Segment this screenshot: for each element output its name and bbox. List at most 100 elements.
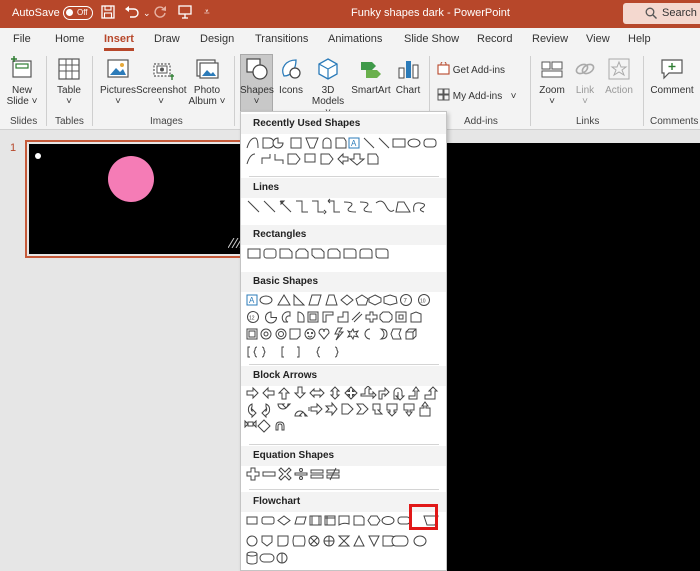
group-separator	[46, 56, 47, 126]
my-addins-button[interactable]: My Add-ins ˅	[437, 88, 516, 102]
shapes-label: Shapes	[240, 85, 274, 96]
gallery-separator	[249, 364, 439, 365]
group-separator	[234, 56, 235, 126]
store-icon	[437, 61, 450, 75]
category-lines: Lines	[241, 178, 446, 198]
tab-animations[interactable]: Animations	[328, 33, 382, 45]
addins-icon	[437, 88, 450, 101]
get-addins-label: Get Add-ins	[452, 65, 506, 76]
tab-review[interactable]: Review	[532, 33, 568, 45]
photo-album-label-1: Photo	[193, 85, 221, 96]
icons-label: Icons	[279, 85, 303, 96]
chevron-down-icon: ˅	[66, 96, 72, 107]
3d-models-label-2: Models	[311, 96, 345, 107]
chevron-down-icon: ˅	[158, 96, 164, 107]
customize-qat-icon[interactable]: ⩡	[204, 7, 210, 18]
recent-shapes-row[interactable]: A	[244, 134, 444, 170]
gallery-separator	[249, 489, 439, 490]
group-label-links: Links	[576, 116, 600, 127]
photo-album-label-2: Album	[188, 96, 217, 107]
zoom-label: Zoom	[539, 85, 565, 96]
smartart-icon	[361, 62, 381, 78]
tab-help[interactable]: Help	[628, 33, 651, 45]
chevron-down-icon: ˅	[253, 96, 260, 107]
table-icon	[58, 58, 80, 80]
svg-text:A: A	[351, 139, 357, 148]
shapes-gallery: Recently Used Shapes A Lines Rectangles …	[240, 111, 447, 571]
document-title: Funky shapes dark - PowerPoint	[351, 7, 510, 19]
new-slide-button[interactable]: New Slide ˅	[6, 56, 38, 107]
action-button[interactable]: Action	[603, 56, 635, 96]
category-recently-used: Recently Used Shapes	[241, 114, 446, 134]
shapes-button[interactable]: Shapes ˅	[240, 56, 274, 107]
search-box[interactable]: Search (A	[623, 3, 700, 24]
pictures-button[interactable]: Pictures ˅	[98, 56, 138, 107]
screenshot-button[interactable]: Screenshot ˅	[136, 56, 187, 107]
link-label: Link	[575, 85, 595, 96]
category-equation-shapes: Equation Shapes	[241, 446, 446, 466]
tab-draw[interactable]: Draw	[154, 33, 180, 45]
link-button[interactable]: Link ˅	[571, 56, 599, 107]
action-label: Action	[605, 85, 633, 96]
chevron-down-icon: ˅	[115, 96, 121, 107]
ribbon-tabs: File Home Insert Draw Design Transitions…	[0, 28, 700, 52]
slide-thumbnail-content	[29, 144, 254, 254]
3d-models-button[interactable]: 3D Models ˅	[308, 56, 348, 118]
category-block-arrows: Block Arrows	[241, 366, 446, 386]
svg-text:A: A	[249, 296, 255, 305]
group-separator	[92, 56, 93, 126]
slide-thumbnail[interactable]	[25, 140, 258, 258]
slide-number: 1	[10, 142, 17, 154]
comment-label: Comment	[650, 85, 694, 96]
table-label: Table	[57, 85, 81, 96]
icons-button[interactable]: Icons	[276, 56, 306, 96]
tab-record[interactable]: Record	[477, 33, 512, 45]
group-label-tables: Tables	[55, 116, 84, 127]
basic-shapes-grid[interactable]: A 7 10 12	[244, 292, 444, 362]
cube-icon	[318, 58, 338, 80]
tab-home[interactable]: Home	[55, 33, 84, 45]
presentation-icon[interactable]	[178, 5, 192, 22]
tab-view[interactable]: View	[586, 33, 610, 45]
search-placeholder: Search (A	[662, 7, 700, 19]
undo-icon[interactable]	[124, 5, 140, 22]
group-label-addins: Add-ins	[464, 116, 498, 127]
icons-icon	[282, 59, 301, 79]
zoom-icon	[541, 61, 563, 78]
chevron-down-icon: ˅	[582, 96, 588, 107]
pictures-icon	[107, 59, 129, 78]
save-icon[interactable]	[101, 5, 115, 22]
tab-insert[interactable]: Insert	[104, 33, 134, 51]
comment-button[interactable]: Comment	[648, 56, 696, 96]
gallery-separator	[249, 444, 439, 445]
autosave-toggle[interactable]: Off	[63, 6, 93, 20]
svg-text:10: 10	[420, 299, 426, 305]
get-addins-button[interactable]: Get Add-ins	[437, 61, 506, 76]
photo-album-button[interactable]: Photo Album ˅	[187, 56, 227, 107]
tab-slide-show[interactable]: Slide Show	[404, 33, 459, 45]
shapes-icon	[245, 58, 268, 80]
photo-album-icon	[196, 59, 219, 79]
table-button[interactable]: Table ˅	[52, 56, 86, 107]
rectangles-shapes-row[interactable]	[244, 245, 444, 265]
group-separator	[530, 56, 531, 126]
group-label-images: Images	[150, 116, 183, 127]
chart-button[interactable]: Chart	[393, 56, 423, 96]
group-label-comments: Comments	[650, 116, 699, 127]
new-slide-label-1: New	[11, 85, 32, 96]
gallery-separator	[249, 176, 439, 177]
tab-transitions[interactable]: Transitions	[255, 33, 308, 45]
chevron-down-icon: ˅	[216, 96, 226, 107]
zoom-button[interactable]: Zoom ˅	[537, 56, 567, 107]
star-icon	[608, 58, 630, 80]
smartart-button[interactable]: SmartArt	[350, 56, 392, 96]
tab-file[interactable]: File	[13, 33, 31, 45]
screenshot-icon	[153, 63, 174, 80]
my-addins-label: My Add-ins	[452, 91, 503, 102]
block-arrows-grid[interactable]	[244, 386, 444, 442]
equation-shapes-row[interactable]	[244, 466, 444, 486]
undo-dropdown-icon[interactable]: ⌄	[143, 8, 151, 19]
redo-icon[interactable]	[153, 5, 167, 22]
lines-shapes-row[interactable]	[244, 198, 444, 218]
tab-design[interactable]: Design	[200, 33, 234, 45]
